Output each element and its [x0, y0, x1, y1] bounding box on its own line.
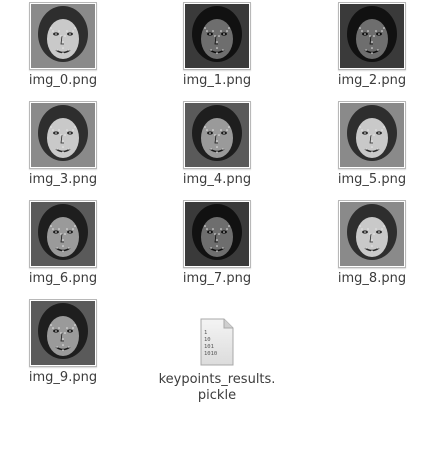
file-label: img_3.png: [28, 172, 98, 187]
face-thumbnail-icon: [338, 101, 406, 169]
face-thumbnail-icon: [338, 200, 406, 268]
binary-digits: 10: [204, 337, 211, 343]
face-thumbnail-icon: [29, 200, 97, 268]
file-item-img-8[interactable]: img_8.png: [302, 200, 439, 287]
binary-digits: 1: [204, 330, 207, 336]
file-item-img-0[interactable]: img_0.png: [0, 2, 133, 89]
file-item-img-7[interactable]: img_7.png: [147, 200, 287, 287]
file-label: img_7.png: [182, 271, 252, 286]
file-item-img-1[interactable]: img_1.png: [147, 2, 287, 89]
file-label: img_9.png: [28, 370, 98, 385]
file-label: img_4.png: [182, 172, 252, 187]
face-thumbnail-icon: [29, 299, 97, 367]
file-label: keypoints_results. pickle: [158, 372, 276, 403]
file-item-keypoints-pickle[interactable]: 1 10 101 1010 keypoints_results. pickle: [147, 318, 287, 404]
file-label: img_0.png: [28, 73, 98, 88]
face-thumbnail-icon: [29, 101, 97, 169]
file-item-img-3[interactable]: img_3.png: [0, 101, 133, 188]
file-item-img-4[interactable]: img_4.png: [147, 101, 287, 188]
file-label: img_2.png: [337, 73, 407, 88]
face-thumbnail-icon: [338, 2, 406, 70]
binary-digits: 1010: [204, 351, 217, 357]
file-item-img-2[interactable]: img_2.png: [302, 2, 439, 89]
file-item-img-5[interactable]: img_5.png: [302, 101, 439, 188]
file-item-img-6[interactable]: img_6.png: [0, 200, 133, 287]
face-thumbnail-icon: [29, 2, 97, 70]
file-label: img_8.png: [337, 271, 407, 286]
binary-file-icon: 1 10 101 1010: [200, 318, 234, 366]
face-thumbnail-icon: [183, 101, 251, 169]
file-item-img-9[interactable]: img_9.png: [0, 299, 133, 386]
file-label: img_1.png: [182, 73, 252, 88]
file-label: img_6.png: [28, 271, 98, 286]
binary-digits: 101: [204, 344, 214, 350]
file-label: img_5.png: [337, 172, 407, 187]
file-grid: img_0.png img_1.png img_2.png img_3.png …: [0, 0, 439, 452]
face-thumbnail-icon: [183, 2, 251, 70]
face-thumbnail-icon: [183, 200, 251, 268]
